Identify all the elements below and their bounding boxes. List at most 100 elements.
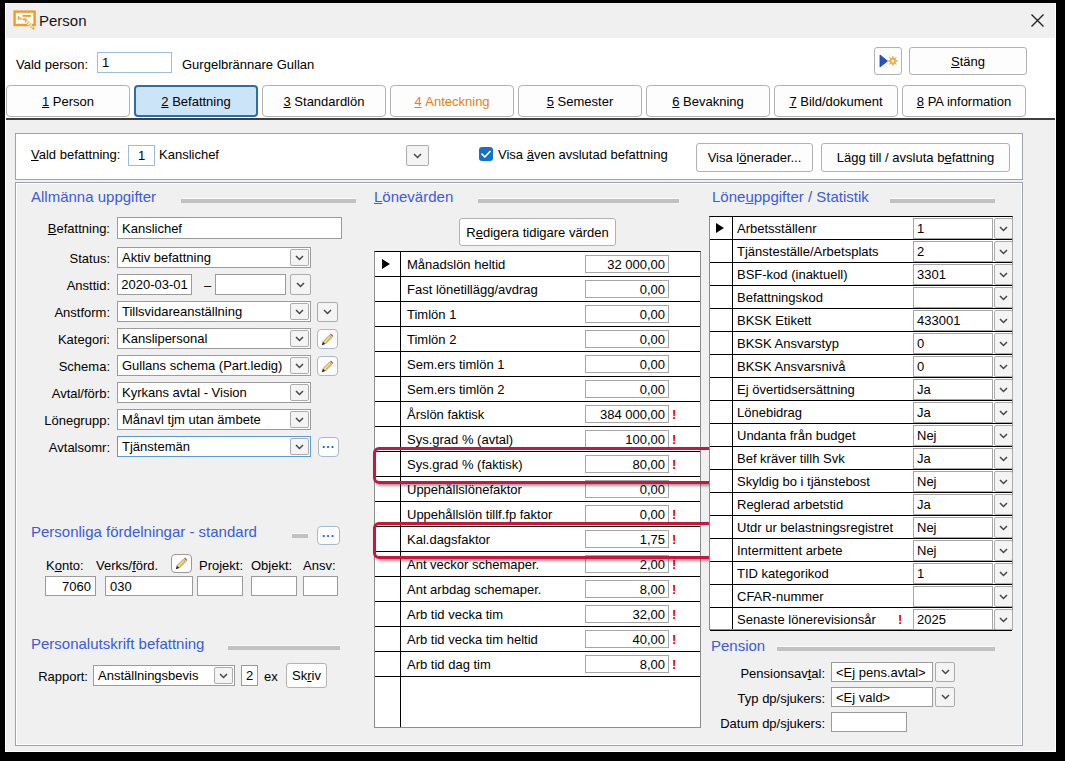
pensionsavtal-input[interactable]: <Ej pens.avtal> [831, 662, 933, 682]
salary-row-value[interactable]: 0,00 [585, 305, 669, 323]
rapport-dropdown[interactable] [214, 667, 233, 684]
vald-person-input[interactable]: 1 [97, 52, 172, 73]
salary-row-value[interactable]: 40,00 [585, 630, 669, 648]
avtalsomr-more-button[interactable]: ... [318, 437, 339, 457]
status-dropdown[interactable] [290, 249, 309, 266]
typ-dp-dropdown[interactable] [935, 687, 955, 707]
stats-row-value[interactable]: Nej [913, 517, 993, 538]
anstform-combo[interactable]: Tillsvidareanställning [117, 301, 311, 322]
projekt-input[interactable] [197, 576, 243, 596]
fordelning-more-button[interactable]: ... [317, 526, 340, 545]
stats-row-dropdown[interactable] [994, 264, 1013, 285]
stats-row-dropdown[interactable] [994, 356, 1013, 377]
tab-pa-information[interactable]: 8 PA information [902, 85, 1026, 117]
stats-row-value[interactable]: 2 [913, 241, 993, 262]
stats-row-dropdown[interactable] [994, 333, 1013, 354]
stats-row-value[interactable]: Ja [913, 402, 993, 423]
verksford-input[interactable]: 030 [105, 576, 193, 596]
stats-row-dropdown[interactable] [994, 379, 1013, 400]
stats-row-dropdown[interactable] [994, 218, 1013, 239]
stats-row-dropdown[interactable] [994, 563, 1013, 584]
salary-row-value[interactable]: 100,00 [585, 430, 669, 448]
stats-row-dropdown[interactable] [994, 448, 1013, 469]
stats-row-value[interactable]: 1 [913, 563, 993, 584]
salary-row-value[interactable]: 0,00 [585, 330, 669, 348]
anstform-dropdown[interactable] [290, 303, 309, 320]
stats-row-dropdown[interactable] [994, 609, 1013, 630]
salary-row-value[interactable]: 32 000,00 [585, 255, 669, 273]
avtalforb-dropdown[interactable] [290, 384, 309, 401]
schema-dropdown[interactable] [290, 357, 309, 374]
vald-befattning-dropdown[interactable] [406, 145, 429, 166]
stats-row-dropdown[interactable] [994, 471, 1013, 492]
verksford-edit-button[interactable] [171, 554, 192, 573]
datum-dp-input[interactable] [831, 712, 907, 732]
salary-row-value[interactable]: 0,00 [585, 380, 669, 398]
vald-befattning-input[interactable]: 1 [128, 145, 155, 166]
objekt-input[interactable] [251, 576, 297, 596]
tab-standardl-n[interactable]: 3 Standardlön [262, 85, 386, 117]
rapport-combo[interactable]: Anställningsbevis [93, 665, 235, 686]
avtalsomr-dropdown[interactable] [290, 438, 309, 455]
stats-row-value[interactable]: Nej [913, 471, 993, 492]
tab-befattning[interactable]: 2 Befattning [134, 85, 258, 117]
tab-bild-dokument[interactable]: 7 Bild/dokument [774, 85, 898, 117]
lonegrupp-combo[interactable]: Månavl tjm utan ämbete [117, 409, 311, 430]
tab-person[interactable]: 1 Person [6, 85, 130, 117]
salary-row-value[interactable]: 0,00 [585, 355, 669, 373]
salary-row-value[interactable]: 32,00 [585, 605, 669, 623]
ansttid-dropdown[interactable] [290, 274, 311, 295]
ansttid-from-input[interactable]: 2020-03-01 [117, 274, 192, 295]
anstform-extra-dropdown[interactable] [317, 302, 338, 322]
status-combo[interactable]: Aktiv befattning [117, 247, 311, 268]
visa-avslutad-checkbox[interactable] [479, 147, 493, 161]
stats-row-dropdown[interactable] [994, 586, 1013, 607]
stats-row-value[interactable]: 3301 [913, 264, 993, 285]
stats-row-dropdown[interactable] [994, 494, 1013, 515]
salary-row-value[interactable]: 8,00 [585, 580, 669, 598]
stats-row-value[interactable]: 2025 [913, 609, 993, 630]
salary-row-value[interactable]: 8,00 [585, 655, 669, 673]
stats-row-value[interactable] [913, 586, 993, 607]
schema-edit-button[interactable] [317, 356, 338, 376]
stats-row-value[interactable]: 0 [913, 333, 993, 354]
tab-anteckning[interactable]: 4 Anteckning [390, 85, 514, 117]
stats-row-dropdown[interactable] [994, 517, 1013, 538]
ansttid-to-input[interactable] [215, 274, 286, 295]
stats-row-value[interactable]: Ja [913, 448, 993, 469]
stats-row-dropdown[interactable] [994, 310, 1013, 331]
tab-bevakning[interactable]: 6 Bevakning [646, 85, 770, 117]
stats-row-dropdown[interactable] [994, 287, 1013, 308]
stats-row-value[interactable]: 0 [913, 356, 993, 377]
stats-row-value[interactable]: Ja [913, 494, 993, 515]
stats-row-value[interactable]: Nej [913, 540, 993, 561]
kategori-combo[interactable]: Kanslipersonal [117, 328, 311, 349]
stats-row-dropdown[interactable] [994, 540, 1013, 561]
stats-row-value[interactable]: 433001 [913, 310, 993, 331]
kategori-dropdown[interactable] [290, 330, 309, 347]
stats-row-dropdown[interactable] [994, 425, 1013, 446]
konto-input[interactable]: 7060 [45, 576, 96, 596]
close-window-button[interactable]: Stäng [909, 47, 1027, 75]
salary-row-value[interactable]: 0,00 [585, 280, 669, 298]
lonegrupp-dropdown[interactable] [290, 411, 309, 428]
skriv-button[interactable]: Skriv [286, 663, 327, 688]
pensionsavtal-dropdown[interactable] [935, 662, 955, 682]
stats-row-dropdown[interactable] [994, 402, 1013, 423]
stats-row-value[interactable]: 1 [913, 218, 993, 239]
stats-row-value[interactable]: Ja [913, 379, 993, 400]
stats-row-value[interactable]: Nej [913, 425, 993, 446]
redigera-button[interactable]: Redigera tidigare värden [459, 218, 616, 246]
tab-semester[interactable]: 5 Semester [518, 85, 642, 117]
ansv-input[interactable] [303, 576, 338, 596]
lagg-till-button[interactable]: Lägg till / avsluta befattning [821, 143, 1010, 172]
typ-dp-input[interactable]: <Ej vald> [831, 687, 933, 707]
copies-input[interactable]: 2 [241, 665, 258, 686]
salary-row-value[interactable]: 0,00 [585, 505, 669, 523]
kategori-edit-button[interactable] [317, 329, 338, 349]
close-button[interactable] [1024, 7, 1050, 33]
stats-row-dropdown[interactable] [994, 241, 1013, 262]
stats-row-value[interactable] [913, 287, 993, 308]
run-button[interactable] [874, 47, 902, 75]
salary-row-value[interactable]: 384 000,00 [585, 405, 669, 423]
